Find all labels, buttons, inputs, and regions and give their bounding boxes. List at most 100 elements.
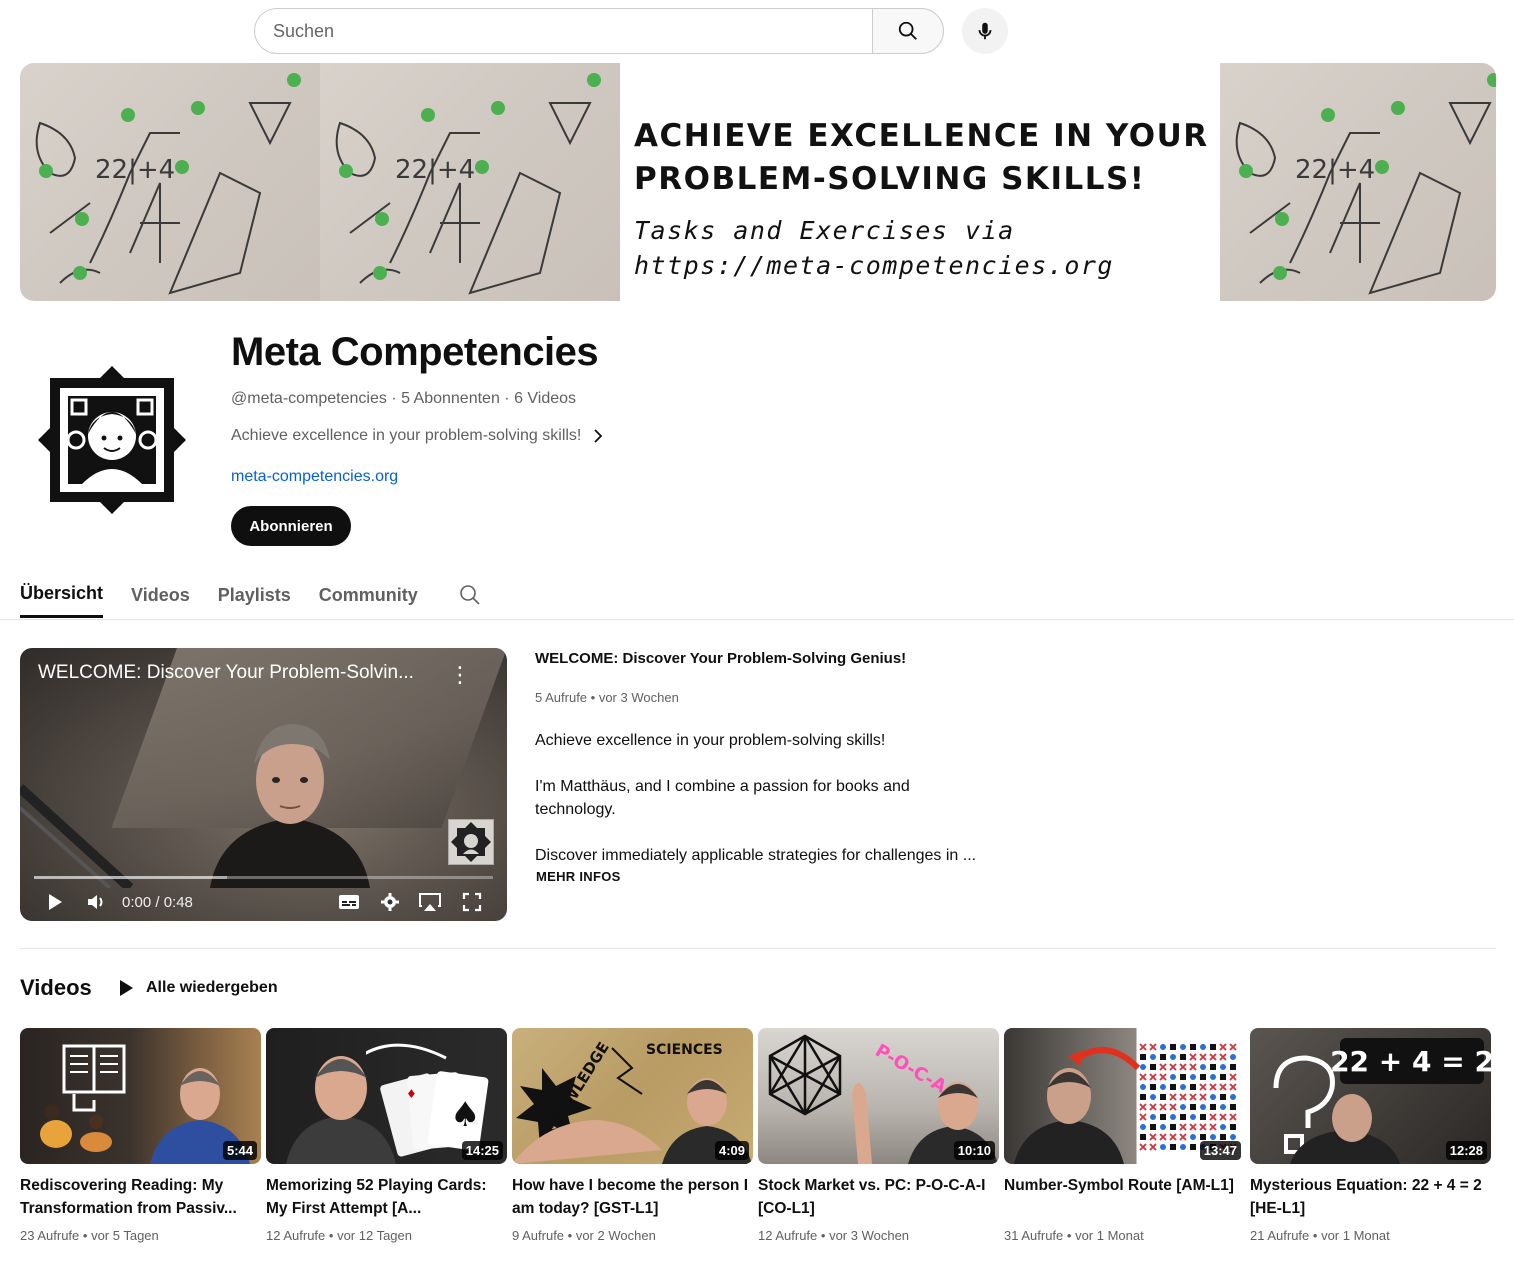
featured-video-title[interactable]: WELCOME: Discover Your Problem-Solving G… [535, 650, 906, 667]
grid-symbol [1170, 1144, 1176, 1150]
grid-symbol [1180, 1044, 1186, 1050]
video-meta: 12 Aufrufe • vor 12 Tagen [266, 1228, 412, 1243]
video-count: 6 Videos [514, 390, 577, 407]
subscribe-button[interactable]: Abonnieren [231, 506, 351, 546]
featured-age: vor 3 Wochen [598, 690, 679, 705]
more-options-icon[interactable]: ⋮ [449, 662, 471, 688]
grid-symbol [1159, 1063, 1167, 1071]
video-title[interactable]: Rediscovering Reading: My Transformation… [20, 1174, 261, 1220]
video-card[interactable]: ♠ ♦ 14:25 Memorizing 52 Playing Cards: M… [266, 1028, 507, 1243]
grid-symbol [1170, 1114, 1176, 1120]
channel-banner: 22|+4 22|+4 ACHIEVE EXCELLENCE IN YOUR PR… [20, 63, 1496, 301]
more-info-button[interactable]: MEHR INFOS [536, 869, 621, 884]
description-paragraph: Achieve excellence in your problem-solvi… [535, 732, 886, 749]
channel-watermark-logo[interactable] [448, 819, 494, 865]
video-thumbnail[interactable]: ♠ ♦ 14:25 [266, 1028, 507, 1164]
search-input[interactable]: Suchen [254, 8, 872, 54]
play-all-button[interactable]: Alle wiedergeben [118, 979, 278, 997]
videos-heading: Videos [20, 975, 92, 1000]
tab-videos[interactable]: Videos [131, 572, 190, 618]
grid-symbol [1189, 1063, 1197, 1071]
video-card[interactable]: KNOWLEDGE SCIENCES 4:09 How have I becom… [512, 1028, 753, 1243]
svg-text:♠: ♠ [450, 1095, 480, 1135]
grid-symbol [1179, 1093, 1187, 1101]
grid-symbol [1180, 1084, 1186, 1090]
play-button[interactable] [46, 890, 64, 914]
video-card[interactable]: 5:44 Rediscovering Reading: My Transform… [20, 1028, 261, 1243]
video-thumbnail[interactable]: 13:47 [1004, 1028, 1245, 1164]
channel-description-text: Achieve excellence in your problem-solvi… [231, 427, 582, 444]
search-icon [898, 21, 917, 40]
video-title[interactable]: Number-Symbol Route [AM-L1] [1004, 1174, 1245, 1220]
grid-symbol [1219, 1043, 1227, 1051]
grid-symbol [1210, 1044, 1216, 1050]
video-thumbnail[interactable]: KNOWLEDGE SCIENCES 4:09 [512, 1028, 753, 1164]
grid-symbol [1179, 1123, 1187, 1131]
player-controls: 0:00 / 0:48 [20, 886, 507, 918]
grid-symbol [1160, 1144, 1166, 1150]
video-title[interactable]: Memorizing 52 Playing Cards: My First At… [266, 1174, 507, 1220]
grid-symbol [1160, 1114, 1166, 1120]
tab-community[interactable]: Community [319, 572, 418, 618]
network-graph-illustration [768, 1034, 842, 1116]
channel-description[interactable]: Achieve excellence in your problem-solvi… [231, 427, 605, 445]
grid-symbol [1149, 1143, 1157, 1151]
video-title[interactable]: Stock Market vs. PC: P-O-C-A-I [CO-L1] [758, 1174, 999, 1220]
grid-symbol [1210, 1134, 1216, 1140]
player-title[interactable]: WELCOME: Discover Your Problem-Solvin... [38, 662, 414, 684]
grid-symbol [1139, 1143, 1147, 1151]
channel-link[interactable]: meta-competencies.org [231, 468, 398, 486]
grid-symbol [1219, 1083, 1227, 1091]
featured-video-player[interactable]: WELCOME: Discover Your Problem-Solvin...… [20, 648, 507, 921]
volume-button[interactable] [86, 890, 106, 914]
channel-meta: @meta-competencies · 5 Abonnenten · 6 Vi… [231, 390, 577, 407]
grid-symbol [1209, 1053, 1217, 1061]
video-thumbnail[interactable]: P-O-C-A-I 10:10 [758, 1028, 999, 1164]
video-card[interactable]: 22 + 4 = 2 12:28 Mysterious Equation: 22… [1250, 1028, 1491, 1243]
video-thumbnail[interactable]: 5:44 [20, 1028, 261, 1164]
grid-symbol [1229, 1113, 1237, 1121]
grid-symbol [1210, 1064, 1216, 1070]
voice-search-button[interactable] [962, 8, 1008, 54]
grid-symbol [1200, 1134, 1206, 1140]
video-progress-bar[interactable] [34, 876, 493, 879]
banner-subline: Tasks and Exercises via https://meta-comp… [634, 216, 1114, 280]
subtitles-button[interactable] [338, 890, 360, 914]
grid-symbol [1199, 1083, 1207, 1091]
play-icon [120, 980, 133, 996]
airplay-button[interactable] [418, 890, 442, 914]
video-thumbnail[interactable]: 22 + 4 = 2 12:28 [1250, 1028, 1491, 1164]
settings-button[interactable] [380, 890, 400, 914]
grid-symbol [1220, 1074, 1226, 1080]
player-time: 0:00 / 0:48 [122, 893, 193, 911]
banner-sketch-image: 22|+4 [1220, 63, 1496, 301]
section-divider [20, 948, 1496, 949]
grid-symbol [1140, 1134, 1146, 1140]
video-title[interactable]: How have I become the person I am today?… [512, 1174, 753, 1220]
subtitles-icon [339, 895, 359, 909]
tab-playlists[interactable]: Playlists [218, 572, 291, 618]
tab-overview[interactable]: Übersicht [20, 572, 104, 618]
grid-symbol [1199, 1093, 1207, 1101]
grid-symbol [1160, 1094, 1166, 1100]
grid-symbol [1150, 1094, 1156, 1100]
channel-search-button[interactable] [458, 572, 482, 618]
video-card[interactable]: P-O-C-A-I 10:10 Stock Market vs. PC: P-O… [758, 1028, 999, 1243]
grid-symbol [1209, 1113, 1217, 1121]
grid-symbol [1199, 1053, 1207, 1061]
tabs-divider [0, 619, 1514, 620]
grid-symbol [1170, 1054, 1176, 1060]
video-duration: 14:25 [461, 1141, 503, 1160]
fullscreen-button[interactable] [462, 890, 482, 914]
search-button[interactable] [872, 8, 944, 54]
grid-symbol [1200, 1064, 1206, 1070]
play-all-label: Alle wiedergeben [146, 979, 278, 996]
grid-symbol [1189, 1093, 1197, 1101]
video-frame-person [210, 724, 370, 888]
video-title[interactable]: Mysterious Equation: 22 + 4 = 2 [HE-L1] [1250, 1174, 1491, 1220]
channel-tabs: Übersicht Videos Playlists Community [20, 572, 482, 618]
grid-symbol [1170, 1044, 1176, 1050]
presenter-figure [1290, 1094, 1400, 1164]
grid-symbol [1150, 1054, 1156, 1060]
video-card[interactable]: 13:47 Number-Symbol Route [AM-L1] 31 Auf… [1004, 1028, 1245, 1243]
